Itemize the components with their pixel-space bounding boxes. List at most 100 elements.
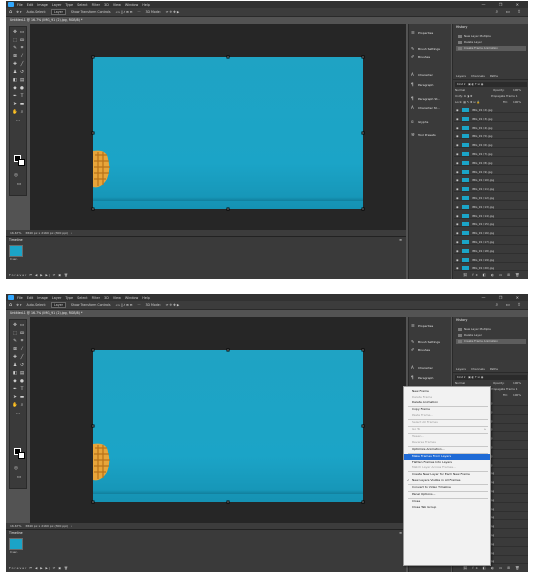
transform-handle[interactable] (361, 348, 365, 352)
blend-mode-dropdown[interactable]: Normal (455, 381, 465, 385)
document-tab[interactable]: Untitled-1 @ 16.7% (IMG_91 (2).jpg, RGB/… (6, 17, 87, 24)
quick-mask-icon[interactable]: ◎ (13, 466, 19, 471)
timeline-title[interactable]: Timeline (9, 238, 23, 242)
eraser-tool-icon[interactable]: ◧ (12, 78, 18, 83)
transform-handle[interactable] (91, 500, 95, 504)
zoom-level[interactable]: 16.67% (10, 524, 21, 528)
layer-row[interactable]: ◉ IMG_91 (11).jpg (454, 186, 528, 193)
menu-item[interactable]: View (113, 296, 121, 300)
visibility-eye-icon[interactable]: ◉ (456, 177, 459, 183)
align-icons[interactable]: ⫷ ⫸ ⫼ ⫽ ⊞ ⊟ (116, 10, 133, 14)
lasso-tool-icon[interactable]: ꝏ (19, 38, 25, 43)
menu-item[interactable]: Image (37, 296, 48, 300)
stamp-tool-icon[interactable]: ♟ (12, 70, 18, 75)
document-canvas[interactable] (91, 348, 365, 504)
healing-brush-icon[interactable]: ✚ (12, 62, 18, 67)
show-transform-checkbox[interactable]: Show Transform Controls (71, 303, 111, 307)
path-select-icon[interactable]: ➤ (12, 102, 18, 107)
menu-item[interactable]: Filter (92, 3, 100, 7)
path-select-icon[interactable]: ➤ (12, 395, 18, 400)
visibility-eye-icon[interactable]: ◉ (456, 116, 459, 122)
home-icon[interactable]: ⌂ (9, 302, 12, 308)
layers-footer-icons[interactable]: ⛓ fx ◧ ◐ ▭ ⊞ 🗑 (463, 273, 521, 277)
panel-button-brushes[interactable]: ✐ Brushes (411, 347, 430, 352)
layer-row[interactable]: ◉ IMG_91 (18).jpg (454, 248, 528, 254)
context-menu-item[interactable]: Delete Animation (404, 400, 490, 406)
hand-tool-icon[interactable]: ✋ (12, 403, 18, 408)
menu-item[interactable]: Layer (52, 3, 61, 7)
search-workspace-icons[interactable]: ⌕ ▭ ⇪ (496, 9, 524, 15)
transform-handle[interactable] (226, 207, 230, 211)
panel-button-paragraph[interactable]: ¶ Paragraph (411, 82, 433, 87)
context-menu-item[interactable]: Optimize Animation... (404, 447, 490, 453)
pen-tool-icon[interactable]: ✒ (12, 387, 18, 392)
layer-row[interactable]: ◉ IMG_91 (3).jpg (454, 116, 528, 122)
panel-button-paragraph-styles[interactable]: ¶ Paragraph St... (411, 96, 440, 101)
gradient-tool-icon[interactable]: ▤ (19, 78, 25, 83)
transform-handle[interactable] (91, 424, 95, 428)
canvas-area[interactable] (30, 317, 406, 523)
panel-button-brushes[interactable]: ✐ Brushes (411, 54, 430, 59)
visibility-eye-icon[interactable]: ◉ (456, 169, 459, 175)
menu-item[interactable]: Help (142, 3, 150, 7)
move-tool-icon[interactable]: ✥ (12, 323, 18, 328)
history-state[interactable]: Delete Layer (456, 40, 526, 45)
dodge-tool-icon[interactable]: ● (19, 379, 25, 384)
menu-item[interactable]: 3D (104, 296, 109, 300)
panel-button-character[interactable]: A Character (411, 72, 433, 77)
fill-value[interactable]: 100% (513, 393, 521, 398)
window-controls[interactable]: — ❐ ✕ (482, 2, 525, 7)
visibility-eye-icon[interactable]: ◉ (456, 239, 459, 245)
history-brush-icon[interactable]: ↺ (19, 70, 25, 75)
visibility-eye-icon[interactable]: ◉ (456, 125, 459, 131)
visibility-eye-icon[interactable]: ◉ (456, 213, 459, 219)
3d-tool-icons[interactable]: ⟳ ✣ ✤ ▶ (166, 10, 180, 14)
layers-panel-tab[interactable]: Layers (456, 74, 466, 79)
layer-row[interactable]: ◉ IMG_91 (12).jpg (454, 195, 528, 201)
transform-handle[interactable] (91, 131, 95, 135)
zoom-level[interactable]: 16.67% (10, 231, 21, 235)
lasso-tool-icon[interactable]: ꝏ (19, 331, 25, 336)
visibility-eye-icon[interactable]: ◉ (456, 257, 459, 263)
layer-row[interactable]: ◉ IMG_91 (5).jpg (454, 133, 528, 140)
transform-handle[interactable] (91, 348, 95, 352)
timeline-controls[interactable]: Forever ⏮ ◀ ▶ ▶| ⟳ ▣ 🗑 (9, 566, 69, 570)
transform-handle[interactable] (361, 131, 365, 135)
shape-tool-icon[interactable]: ▬ (19, 395, 25, 400)
visibility-eye-icon[interactable]: ◉ (456, 265, 459, 271)
menu-item[interactable]: Edit (27, 296, 34, 300)
visibility-eye-icon[interactable]: ◉ (456, 151, 459, 157)
zoom-tool-icon[interactable]: ⌕ (19, 110, 25, 115)
brush-tool-icon[interactable]: ╱ (19, 62, 25, 67)
transform-handle[interactable] (361, 500, 365, 504)
eraser-tool-icon[interactable]: ◧ (12, 371, 18, 376)
crop-tool-icon[interactable]: ⌗ (19, 46, 25, 51)
auto-select-dropdown[interactable]: Layer (51, 9, 66, 15)
menu-item[interactable]: Image (37, 3, 48, 7)
history-state[interactable]: New Layer Multiple (456, 34, 526, 39)
eyedropper-tool-icon[interactable]: ⁄ (19, 347, 25, 352)
panel-button-properties[interactable]: ☰ Properties (411, 323, 433, 328)
document-canvas[interactable] (91, 55, 365, 211)
playback-buttons[interactable]: ⏮ ◀ ▶ ▶| ⟳ ▣ 🗑 (29, 566, 69, 570)
shape-tool-icon[interactable]: ▬ (19, 102, 25, 107)
animation-frame[interactable] (9, 538, 23, 550)
home-icon[interactable]: ⌂ (9, 9, 12, 15)
menu-item[interactable]: Window (125, 3, 138, 7)
menu-item[interactable]: Help (142, 296, 150, 300)
type-tool-icon[interactable]: T (19, 94, 25, 99)
auto-select-checkbox[interactable]: Auto-Select: (26, 303, 46, 307)
brush-tool-icon[interactable]: ╱ (19, 355, 25, 360)
layer-row[interactable]: ◉ IMG_91 (16).jpg (454, 230, 528, 237)
visibility-eye-icon[interactable]: ◉ (456, 221, 459, 227)
panel-button-character[interactable]: A Character (411, 365, 433, 370)
menu-item[interactable]: Select (77, 3, 87, 7)
loop-option[interactable]: Forever (9, 273, 27, 277)
menu-item[interactable]: Window (125, 296, 138, 300)
layer-row[interactable]: ◉ IMG_91 (17).jpg (454, 239, 528, 245)
history-state[interactable]: New Layer Multiple (456, 327, 526, 332)
layer-row[interactable]: ◉ IMG_91 (8).jpg (454, 160, 528, 166)
menu-item[interactable]: File (17, 3, 23, 7)
visibility-eye-icon[interactable]: ◉ (456, 142, 459, 148)
menu-item[interactable]: Type (65, 296, 73, 300)
